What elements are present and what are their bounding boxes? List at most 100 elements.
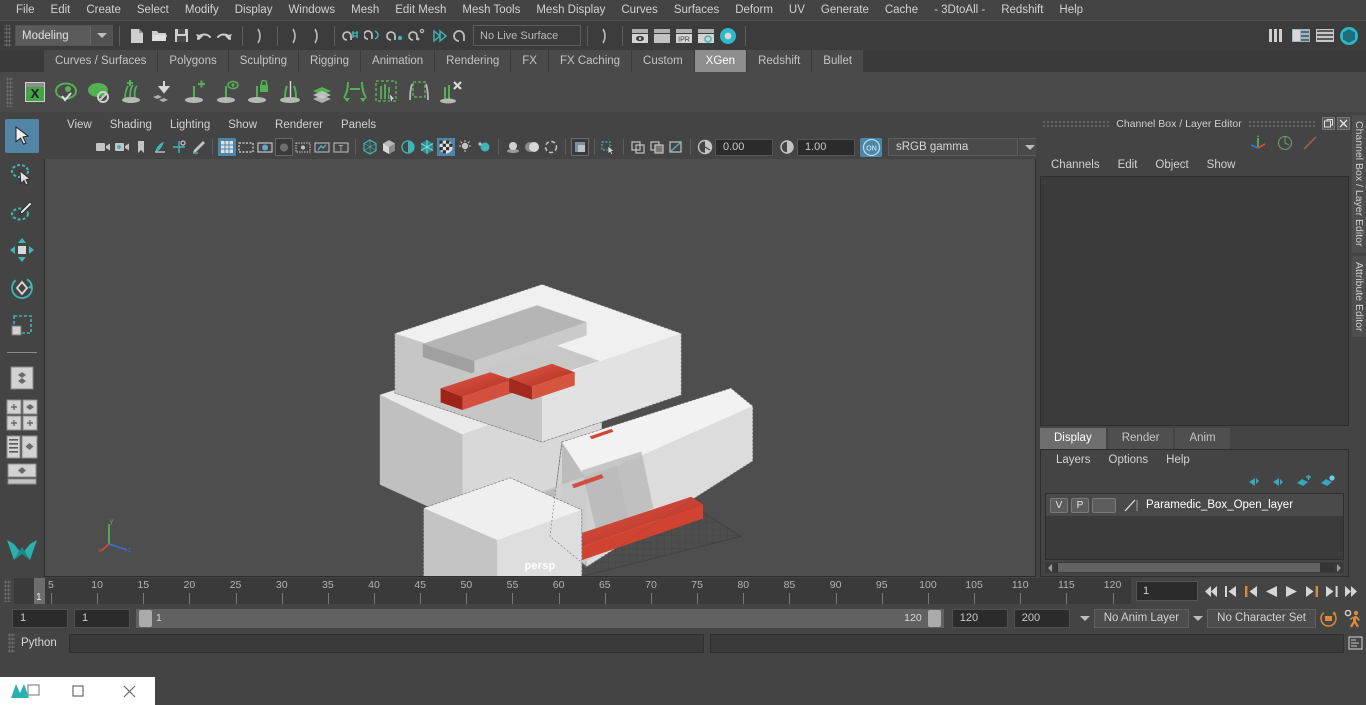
- menu-mesh-display[interactable]: Mesh Display: [528, 0, 613, 20]
- anim-layer-field[interactable]: No Anim Layer: [1094, 609, 1189, 628]
- layer-list-horizontal-scrollbar[interactable]: [1045, 562, 1344, 573]
- add-description-icon[interactable]: [179, 75, 211, 109]
- animation-end-field[interactable]: 200: [1014, 609, 1070, 628]
- disable-preview-icon[interactable]: [83, 75, 115, 109]
- grid-toggle-icon[interactable]: [218, 138, 236, 156]
- select-component-icon[interactable]: [306, 25, 328, 47]
- auto-keyframe-icon[interactable]: [1316, 609, 1340, 628]
- rotate-tool[interactable]: [5, 271, 39, 305]
- app-thumbnail-icon[interactable]: [0, 677, 52, 705]
- film-gate-icon[interactable]: [237, 138, 255, 156]
- select-tool[interactable]: [5, 119, 39, 153]
- menu-create[interactable]: Create: [78, 0, 129, 20]
- import-description-icon[interactable]: [147, 75, 179, 109]
- add-collection-icon[interactable]: [115, 75, 147, 109]
- select-guides-icon[interactable]: [371, 75, 403, 109]
- multisample-icon[interactable]: [571, 138, 589, 156]
- screen-space-ao-icon[interactable]: [523, 138, 541, 156]
- shelf-tab-custom[interactable]: Custom: [632, 50, 695, 72]
- layer-playback-toggle[interactable]: P: [1071, 498, 1089, 513]
- snap-to-view-plane-icon[interactable]: [429, 25, 451, 47]
- xgen-editor-icon[interactable]: X: [19, 75, 51, 109]
- gamma-icon[interactable]: [778, 138, 796, 156]
- color-management-toggle[interactable]: ON: [860, 138, 882, 157]
- attribute-editor-toggle-icon[interactable]: [1290, 25, 1312, 47]
- layer-menu-layers[interactable]: Layers: [1047, 450, 1100, 471]
- live-surface-field[interactable]: No Live Surface: [473, 25, 581, 46]
- four-view-layout-icon[interactable]: [5, 399, 39, 431]
- time-slider-grip[interactable]: [4, 580, 11, 602]
- layer-tab-anim[interactable]: Anim: [1175, 428, 1229, 449]
- smooth-shade-all-icon[interactable]: [380, 138, 398, 156]
- use-all-lights-icon[interactable]: [475, 138, 493, 156]
- shelf-tab-curves-surfaces[interactable]: Curves / Surfaces: [44, 50, 158, 72]
- shelf-tab-fx-caching[interactable]: FX Caching: [549, 50, 632, 72]
- channel-menu-edit[interactable]: Edit: [1109, 154, 1147, 176]
- playback-end-field[interactable]: 120: [952, 609, 1008, 628]
- snap-to-point-icon[interactable]: [385, 25, 407, 47]
- gamma-value-field[interactable]: 1.00: [797, 139, 855, 156]
- add-guide-icon[interactable]: [339, 75, 371, 109]
- preview-description-icon[interactable]: [211, 75, 243, 109]
- channel-menu-show[interactable]: Show: [1198, 154, 1245, 176]
- channel-menu-object[interactable]: Object: [1146, 154, 1197, 176]
- modeling-toolkit-icon[interactable]: [1338, 25, 1360, 47]
- scale-tool[interactable]: [5, 309, 39, 343]
- xray-joints-icon[interactable]: [648, 138, 666, 156]
- select-object-icon[interactable]: [284, 25, 306, 47]
- make-live-icon[interactable]: [451, 25, 473, 47]
- shelf-tab-animation[interactable]: Animation: [361, 50, 435, 72]
- undock-icon[interactable]: [1322, 117, 1335, 130]
- menu-edit-mesh[interactable]: Edit Mesh: [387, 0, 454, 20]
- render-settings-icon[interactable]: [695, 25, 717, 47]
- render-current-frame-icon[interactable]: [629, 25, 651, 47]
- xray-icon[interactable]: [629, 138, 647, 156]
- close-window-icon[interactable]: [103, 677, 155, 705]
- shelf-tab-rendering[interactable]: Rendering: [435, 50, 511, 72]
- menu-select[interactable]: Select: [129, 0, 177, 20]
- menu-file[interactable]: File: [8, 0, 43, 20]
- panel-grip-right[interactable]: [1248, 120, 1316, 127]
- snap-to-grid-icon[interactable]: [341, 25, 363, 47]
- gate-mask-icon[interactable]: [275, 138, 293, 156]
- move-layer-up-icon[interactable]: [1248, 475, 1264, 488]
- shelf-tab-redshift[interactable]: Redshift: [747, 50, 812, 72]
- mirror-description-icon[interactable]: [275, 75, 307, 109]
- menu-set-selector[interactable]: Modeling: [15, 25, 113, 46]
- texture-toggle-icon[interactable]: [437, 138, 455, 156]
- grease-pencil-icon[interactable]: [189, 138, 207, 156]
- scroll-thumb[interactable]: [1058, 563, 1320, 572]
- panel-grip-left[interactable]: [1042, 120, 1110, 127]
- exposure-value-field[interactable]: 0.00: [715, 139, 773, 156]
- select-hierarchy-arrow-icon[interactable]: [594, 25, 616, 47]
- lock-description-icon[interactable]: [243, 75, 275, 109]
- menu-display[interactable]: Display: [227, 0, 281, 20]
- viewport-menu-view[interactable]: View: [58, 115, 101, 135]
- menu-cache[interactable]: Cache: [877, 0, 926, 20]
- range-right-handle[interactable]: [928, 610, 941, 627]
- character-set-field[interactable]: No Character Set: [1207, 609, 1316, 628]
- scroll-track[interactable]: [1055, 563, 1334, 572]
- camera-attributes-icon[interactable]: [113, 138, 131, 156]
- command-language-label[interactable]: Python: [21, 637, 69, 649]
- viewport-menu-panels[interactable]: Panels: [332, 115, 385, 135]
- image-plane-icon[interactable]: [151, 138, 169, 156]
- command-output[interactable]: [710, 634, 1345, 653]
- character-set-dropdown-arrow[interactable]: [1189, 609, 1207, 628]
- layer-tab-render[interactable]: Render: [1108, 428, 1174, 449]
- exposure-icon[interactable]: [696, 138, 714, 156]
- redo-render-icon[interactable]: [651, 25, 673, 47]
- shelf-tab-sculpting[interactable]: Sculpting: [229, 50, 299, 72]
- hypershade-persp-layout-icon[interactable]: [5, 463, 39, 485]
- select-region-icon[interactable]: [403, 75, 435, 109]
- layer-shading-toggle[interactable]: [1092, 498, 1116, 513]
- menu-redshift[interactable]: Redshift: [993, 0, 1051, 20]
- vertical-tab-channel-box[interactable]: Channel Box / Layer Editor: [1352, 115, 1366, 253]
- menu-edit[interactable]: Edit: [43, 0, 79, 20]
- menu-mesh[interactable]: Mesh: [343, 0, 387, 20]
- channel-box-content[interactable]: [1040, 176, 1349, 426]
- field-chart-icon[interactable]: [294, 138, 312, 156]
- current-time-indicator[interactable]: 1: [34, 578, 45, 604]
- layer-row[interactable]: V P Paramedic_Box_Open_layer: [1046, 494, 1343, 516]
- maximize-window-icon[interactable]: [52, 677, 104, 705]
